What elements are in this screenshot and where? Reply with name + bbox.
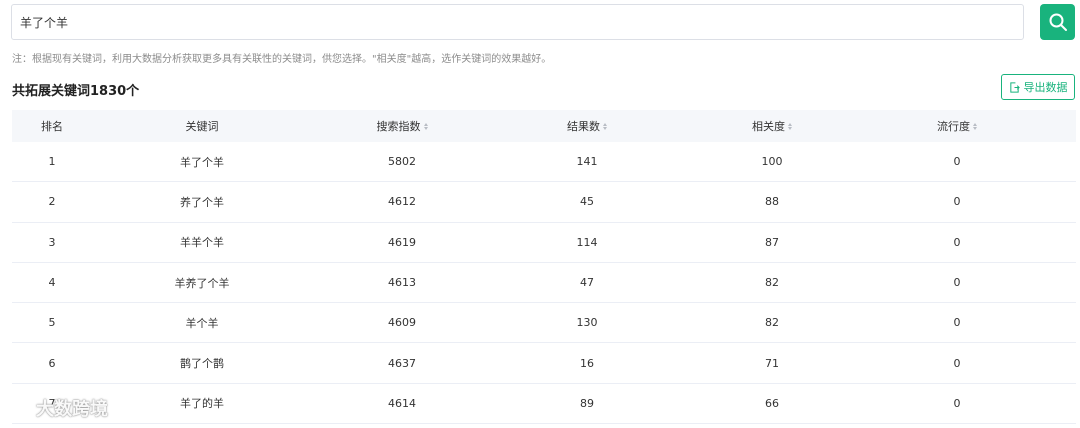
cell-popularity: 0 xyxy=(953,276,961,290)
cell-relevance: 88 xyxy=(765,195,779,209)
cell-popularity: 0 xyxy=(953,235,961,249)
table-row: 7 羊了的羊 4614 89 66 0 xyxy=(12,384,1076,425)
keyword-count-summary: 共拓展关键词1830个 xyxy=(12,84,140,99)
cell-popularity: 0 xyxy=(953,195,961,209)
cell-results: 47 xyxy=(580,276,594,290)
table-row: 1 羊了个羊 5802 141 100 0 xyxy=(12,142,1076,183)
cell-keyword: 养了个羊 xyxy=(180,195,224,209)
table-row: 3 羊羊个羊 4619 114 87 0 xyxy=(12,223,1076,263)
table-body: 1 羊了个羊 5802 141 100 0 2 养了个羊 4612 45 88 0 3 羊羊个羊 4619 1… xyxy=(12,142,1076,425)
cell-rank: 1 xyxy=(48,155,56,169)
cell-rank: 4 xyxy=(48,276,56,290)
cell-results: 89 xyxy=(580,396,594,410)
export-icon xyxy=(1009,81,1020,93)
cell-popularity: 0 xyxy=(953,316,961,330)
table-header: 排名 关键词 搜索指数 结果数 相关度 流行度 xyxy=(12,110,1076,142)
table-row: 2 养了个羊 4612 45 88 0 xyxy=(12,182,1076,223)
cell-keyword: 羊了的羊 xyxy=(180,397,224,411)
cell-results: 16 xyxy=(580,356,594,370)
cell-rank: 3 xyxy=(48,235,56,249)
cell-results: 141 xyxy=(576,155,598,169)
cell-relevance: 71 xyxy=(765,356,779,370)
cell-keyword: 羊养了个羊 xyxy=(174,276,230,290)
search-bar xyxy=(11,4,1076,40)
header-relevance[interactable]: 相关度 xyxy=(682,118,862,134)
cell-search-index: 4619 xyxy=(388,235,416,249)
sort-icon[interactable] xyxy=(973,122,977,130)
sort-icon[interactable] xyxy=(603,122,607,130)
export-data-button[interactable]: 导出数据 xyxy=(1001,74,1075,100)
cell-relevance: 66 xyxy=(765,396,779,410)
sort-icon[interactable] xyxy=(788,122,792,130)
watermark-text: 大数跨境 xyxy=(36,399,108,420)
header-search-index[interactable]: 搜索指数 xyxy=(312,118,492,134)
cell-popularity: 0 xyxy=(953,155,961,169)
cell-relevance: 82 xyxy=(765,276,779,290)
search-icon xyxy=(1049,13,1067,31)
cell-rank: 6 xyxy=(48,356,56,370)
table-row: 6 鹊了个鹊 4637 16 71 0 xyxy=(12,343,1076,384)
cell-results: 45 xyxy=(580,195,594,209)
table-row: 5 羊个羊 4609 130 82 0 xyxy=(12,303,1076,344)
cell-relevance: 100 xyxy=(761,155,783,169)
cell-results: 130 xyxy=(576,316,598,330)
cell-results: 114 xyxy=(576,235,598,249)
cell-keyword: 羊羊个羊 xyxy=(180,236,224,250)
header-rank: 排名 xyxy=(41,120,63,133)
cell-popularity: 0 xyxy=(953,356,961,370)
cell-relevance: 82 xyxy=(765,316,779,330)
cell-search-index: 4614 xyxy=(388,396,416,410)
cell-search-index: 4609 xyxy=(388,316,416,330)
export-data-label: 导出数据 xyxy=(1023,82,1068,94)
search-input[interactable] xyxy=(11,4,1024,40)
cell-search-index: 4613 xyxy=(388,276,416,290)
cell-rank: 5 xyxy=(48,316,56,330)
sort-icon[interactable] xyxy=(423,122,428,130)
cell-rank: 2 xyxy=(48,195,56,209)
cell-search-index: 4637 xyxy=(388,356,416,370)
watermark: 大数跨境 xyxy=(6,395,108,421)
cell-keyword: 鹊了个鹊 xyxy=(180,357,224,371)
header-keyword: 关键词 xyxy=(185,120,219,133)
cell-search-index: 5802 xyxy=(388,155,416,169)
search-button[interactable] xyxy=(1040,4,1075,40)
header-popularity[interactable]: 流行度 xyxy=(862,118,1052,134)
watermark-logo-icon xyxy=(7,399,29,417)
cell-popularity: 0 xyxy=(953,396,961,410)
note-text: 注：根据现有关键词，利用大数据分析获取更多具有关联性的关键词，供您选择。"相关度… xyxy=(12,54,552,65)
keyword-table: 排名 关键词 搜索指数 结果数 相关度 流行度 1 羊了个羊 5802 141 100 0… xyxy=(12,110,1076,425)
table-row: 4 羊养了个羊 4613 47 82 0 xyxy=(12,263,1076,304)
cell-relevance: 87 xyxy=(765,235,779,249)
cell-search-index: 4612 xyxy=(388,195,416,209)
header-results[interactable]: 结果数 xyxy=(492,118,682,134)
cell-keyword: 羊了个羊 xyxy=(180,155,224,169)
cell-keyword: 羊个羊 xyxy=(185,316,219,330)
